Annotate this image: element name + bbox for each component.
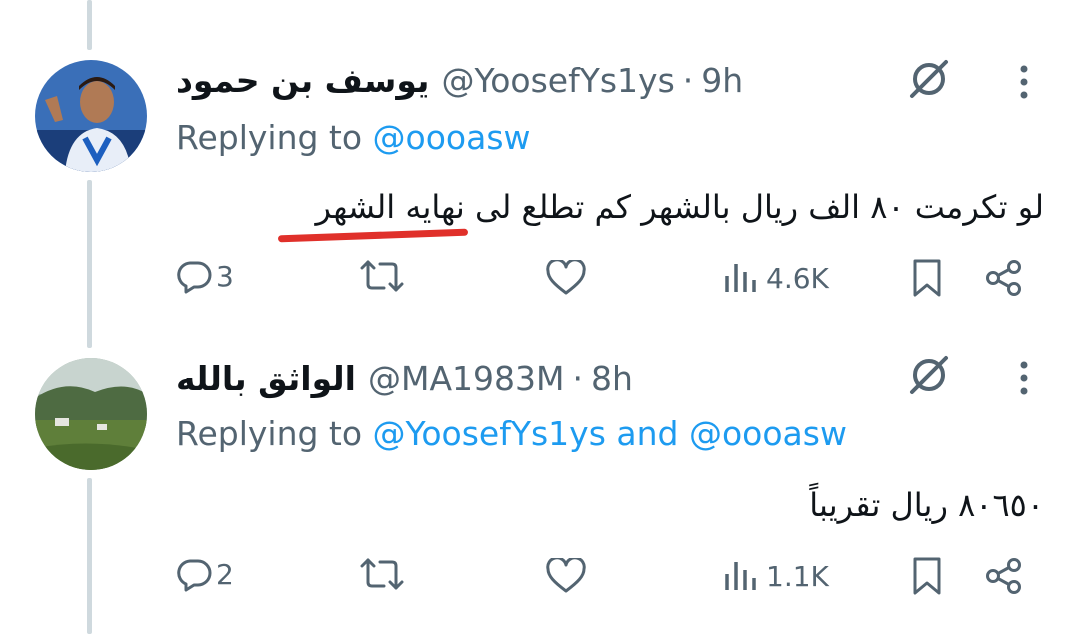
like-icon [546, 558, 586, 593]
author-name[interactable]: يوسف بن حمود [176, 61, 429, 100]
more-icon[interactable] [1014, 360, 1034, 400]
tweet-header: يوسف بن حمود @YoosefYs1ys · 9h [176, 58, 743, 102]
bookmark-button[interactable] [910, 556, 944, 596]
replying-prefix: Replying to [176, 414, 363, 453]
views-icon [725, 264, 756, 292]
author-handle[interactable]: @MA1983M [368, 359, 565, 398]
tweet-1[interactable]: يوسف بن حمود @YoosefYs1ys · 9h Replying … [0, 0, 1080, 330]
tweet-2[interactable]: الواثق بالله @MA1983M · 8h Replying to @… [0, 330, 1080, 634]
share-button[interactable] [984, 258, 1024, 298]
reply-button[interactable]: 3 [176, 258, 234, 294]
retweet-button[interactable] [360, 258, 404, 294]
grok-icon[interactable] [906, 56, 952, 106]
replying-to: Replying to @YoosefYs1ys and @oooasw [176, 414, 847, 453]
author-name[interactable]: الواثق بالله [176, 359, 356, 398]
reply-icon [177, 261, 212, 294]
views-icon [725, 562, 756, 590]
timestamp[interactable]: 8h [591, 359, 633, 398]
bookmark-icon [913, 259, 941, 297]
share-icon [986, 558, 1021, 594]
reply-joiner: and [616, 414, 679, 453]
bookmark-icon [913, 557, 941, 595]
grok-icon[interactable] [906, 352, 952, 402]
like-button[interactable] [546, 558, 586, 594]
timestamp[interactable]: 9h [701, 61, 743, 100]
like-icon [546, 260, 586, 295]
author-handle[interactable]: @YoosefYs1ys [441, 61, 674, 100]
reply-mention[interactable]: @oooasw [689, 414, 847, 453]
avatar[interactable] [35, 60, 147, 172]
share-button[interactable] [984, 556, 1024, 596]
reply-count: 2 [216, 557, 234, 591]
reply-mention[interactable]: @YoosefYs1ys [373, 414, 606, 453]
avatar[interactable] [35, 358, 147, 470]
annotation-underline [277, 228, 469, 243]
separator-dot: · [572, 358, 584, 398]
share-icon [986, 260, 1021, 296]
replying-to: Replying to @oooasw [176, 118, 531, 157]
retweet-icon [360, 558, 404, 590]
reply-button[interactable]: 2 [176, 556, 234, 592]
reply-count: 3 [216, 259, 234, 293]
more-icon[interactable] [1014, 64, 1034, 104]
view-count: 4.6K [766, 261, 829, 295]
view-count: 1.1K [766, 559, 829, 593]
tweet-header: الواثق بالله @MA1983M · 8h [176, 356, 633, 400]
separator-dot: · [682, 60, 694, 100]
retweet-button[interactable] [360, 556, 404, 592]
reply-icon [177, 559, 212, 592]
tweet-text: لو تكرمت ٨٠ الف ريال بالشهر كم تطلع لى ن… [315, 188, 1044, 226]
tweet-text: ٨٠٦٥٠ ريال تقريباً [809, 486, 1044, 524]
views-button[interactable]: 1.1K [722, 558, 829, 594]
views-button[interactable]: 4.6K [722, 260, 829, 296]
retweet-icon [360, 260, 404, 292]
reply-mention[interactable]: @oooasw [373, 118, 531, 157]
replying-prefix: Replying to [176, 118, 363, 157]
like-button[interactable] [546, 260, 586, 296]
bookmark-button[interactable] [910, 258, 944, 298]
